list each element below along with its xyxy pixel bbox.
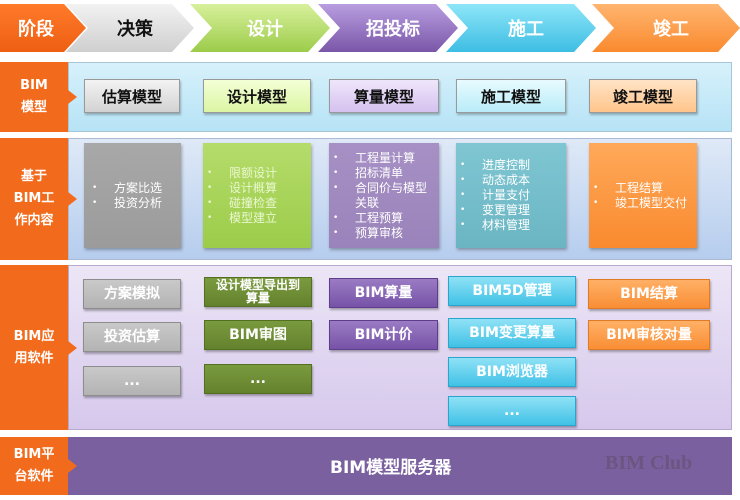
software-construction-more: ... bbox=[448, 396, 576, 426]
software-bim5d: BIM5D管理 bbox=[448, 276, 576, 306]
work-design-list: 限额设计 设计概算 碰撞检查 模型建立 bbox=[203, 166, 277, 226]
software-investment-estimate: 投资估算 bbox=[83, 322, 181, 352]
phase-bidding-label: 招投标 bbox=[366, 19, 420, 40]
row-label-platform-line2: 台软件 bbox=[14, 469, 54, 484]
work-item: 变更管理 bbox=[460, 203, 530, 218]
phase-header-label: 阶段 bbox=[18, 19, 54, 40]
work-construction: 进度控制 动态成本 计量支付 变更管理 材料管理 bbox=[456, 143, 566, 248]
work-item: 进度控制 bbox=[460, 158, 530, 173]
row-label-work-line1: 基于 bbox=[20, 169, 47, 184]
work-decision: 方案比选 投资分析 bbox=[84, 143, 181, 248]
software-bim-quantity: BIM算量 bbox=[329, 278, 438, 308]
platform-server-label: BIM模型服务器 bbox=[330, 458, 452, 478]
row-label-models-line1: BIM bbox=[20, 78, 48, 93]
work-item: 投资分析 bbox=[92, 196, 162, 211]
model-completion: 竣工模型 bbox=[589, 79, 697, 113]
software-bim-settlement: BIM结算 bbox=[588, 279, 710, 309]
software-design-more: ... bbox=[204, 364, 312, 394]
work-item: 设计概算 bbox=[207, 181, 277, 196]
work-item: 方案比选 bbox=[92, 181, 162, 196]
phase-design: 设计 bbox=[190, 4, 330, 52]
work-item: 计量支付 bbox=[460, 188, 530, 203]
phase-completion: 竣工 bbox=[592, 4, 740, 52]
work-item: 动态成本 bbox=[460, 173, 530, 188]
work-bidding-list: 工程量计算 招标清单 合同价与模型关联 工程预算 预算审核 bbox=[329, 151, 433, 241]
work-item: 预算审核 bbox=[333, 226, 433, 241]
work-completion-list: 工程结算 竣工模型交付 bbox=[589, 181, 689, 211]
work-item: 模型建立 bbox=[207, 211, 277, 226]
work-decision-list: 方案比选 投资分析 bbox=[84, 181, 162, 211]
model-construction: 施工模型 bbox=[456, 79, 566, 113]
phase-design-label: 设计 bbox=[247, 19, 283, 40]
row-label-models-line2: 模型 bbox=[20, 100, 47, 115]
work-item: 招标清单 bbox=[333, 166, 433, 181]
model-design: 设计模型 bbox=[203, 79, 311, 113]
row-label-work-line2: BIM工 bbox=[13, 191, 55, 206]
work-item: 材料管理 bbox=[460, 218, 530, 233]
row-label-software-line2: 用软件 bbox=[14, 350, 54, 366]
software-decision-more: ... bbox=[83, 366, 181, 396]
row-label-models: BIM 模型 bbox=[0, 62, 77, 132]
software-bim-viewer: BIM浏览器 bbox=[448, 357, 576, 387]
row-label-software-line1: BIM应 bbox=[13, 328, 55, 344]
work-item: 工程结算 bbox=[593, 181, 689, 196]
watermark: BIM Club bbox=[605, 452, 693, 474]
model-quantity: 算量模型 bbox=[329, 79, 439, 113]
phase-completion-label: 竣工 bbox=[653, 19, 689, 40]
software-design-export: 设计模型导出到算量 bbox=[204, 277, 312, 307]
phase-decision-label: 决策 bbox=[117, 19, 153, 40]
row-label-platform: BIM平台软件 bbox=[0, 437, 77, 495]
work-bidding: 工程量计算 招标清单 合同价与模型关联 工程预算 预算审核 bbox=[329, 143, 439, 248]
work-design: 限额设计 设计概算 碰撞检查 模型建立 bbox=[203, 143, 311, 248]
work-item: 合同价与模型关联 bbox=[333, 181, 433, 211]
row-label-software: BIM应用软件 bbox=[0, 265, 77, 430]
software-bim-change-quantity: BIM变更算量 bbox=[448, 318, 576, 348]
phase-construction-label: 施工 bbox=[508, 19, 544, 40]
software-scheme-simulation: 方案模拟 bbox=[83, 279, 181, 309]
work-item: 限额设计 bbox=[207, 166, 277, 181]
row-label-platform-line1: BIM平 bbox=[13, 447, 55, 462]
phase-bidding: 招投标 bbox=[318, 4, 458, 52]
work-completion: 工程结算 竣工模型交付 bbox=[589, 143, 697, 248]
work-item: 碰撞检查 bbox=[207, 196, 277, 211]
row-label-work-line3: 作内容 bbox=[14, 213, 54, 228]
work-construction-list: 进度控制 动态成本 计量支付 变更管理 材料管理 bbox=[456, 158, 530, 233]
work-item: 竣工模型交付 bbox=[593, 196, 689, 211]
row-label-work: 基于 BIM工作内容 bbox=[0, 138, 77, 260]
software-bim-pricing: BIM计价 bbox=[329, 320, 438, 350]
work-item: 工程预算 bbox=[333, 211, 433, 226]
work-item: 工程量计算 bbox=[333, 151, 433, 166]
phase-construction: 施工 bbox=[446, 4, 596, 52]
model-estimate: 估算模型 bbox=[84, 79, 180, 113]
software-bim-audit: BIM审核对量 bbox=[588, 320, 710, 350]
software-bim-review: BIM审图 bbox=[204, 320, 312, 350]
